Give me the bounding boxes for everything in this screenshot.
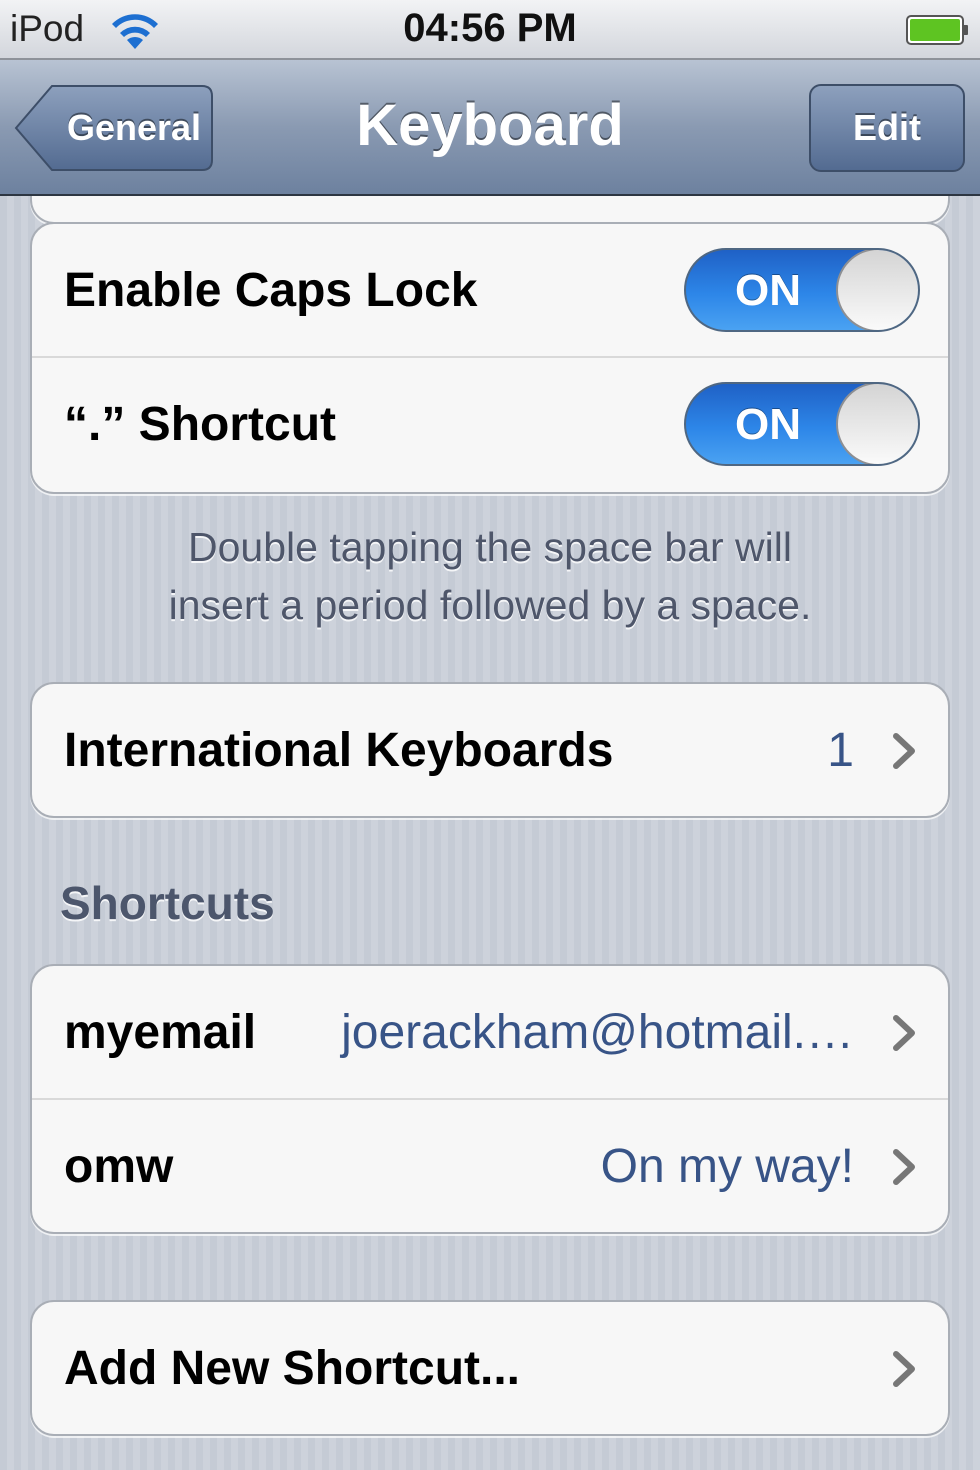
shortcut-phrase: myemail (64, 1006, 257, 1059)
chevron-right-icon (893, 1015, 915, 1051)
add-new-shortcut-label: Add New Shortcut... (64, 1342, 520, 1395)
battery-icon (906, 15, 968, 45)
toggle-knob (836, 250, 918, 330)
chevron-right-icon (893, 1351, 915, 1387)
toggle-knob (836, 384, 918, 464)
caps-lock-toggle[interactable]: ON (684, 248, 920, 332)
edit-button[interactable]: Edit (809, 84, 965, 172)
clock: 04:56 PM (403, 6, 577, 50)
navigation-bar: General Keyboard Edit (0, 60, 980, 196)
chevron-right-icon (893, 1149, 915, 1185)
caps-and-period-group: Enable Caps Lock ON “.” Shortcut ON (30, 222, 950, 494)
caps-lock-toggle-state: ON (735, 266, 801, 315)
period-shortcut-label: “.” Shortcut (64, 398, 336, 451)
enable-caps-lock-row: Enable Caps Lock ON (32, 224, 948, 358)
shortcut-expansion: On my way! (600, 1140, 854, 1193)
status-bar: iPod 04:56 PM (0, 0, 980, 60)
shortcut-expansion: joerackham@hotmail.… (341, 1006, 854, 1059)
scrolled-group-fragment (30, 196, 950, 224)
international-group: International Keyboards 1 (30, 682, 950, 818)
shortcut-phrase: omw (64, 1140, 174, 1193)
period-shortcut-row: “.” Shortcut ON (32, 358, 948, 492)
note-line-2: insert a period followed by a space. (168, 582, 812, 628)
add-shortcut-group: Add New Shortcut... (30, 1300, 950, 1436)
period-shortcut-toggle-state: ON (735, 400, 801, 449)
period-shortcut-toggle[interactable]: ON (684, 382, 920, 466)
enable-caps-lock-label: Enable Caps Lock (64, 264, 478, 317)
period-shortcut-note: Double tapping the space bar will insert… (60, 518, 920, 634)
chevron-right-icon (893, 733, 915, 769)
international-keyboards-row[interactable]: International Keyboards 1 (32, 684, 948, 816)
note-line-1: Double tapping the space bar will (188, 524, 792, 570)
shortcuts-group: myemail joerackham@hotmail.… omw On my w… (30, 964, 950, 1234)
shortcuts-section-header: Shortcuts (60, 877, 275, 929)
international-keyboards-label: International Keyboards (64, 724, 614, 777)
international-keyboards-count: 1 (827, 724, 854, 777)
shortcut-row-myemail[interactable]: myemail joerackham@hotmail.… (32, 966, 948, 1100)
shortcut-row-omw[interactable]: omw On my way! (32, 1100, 948, 1232)
add-new-shortcut-row[interactable]: Add New Shortcut... (32, 1302, 948, 1434)
